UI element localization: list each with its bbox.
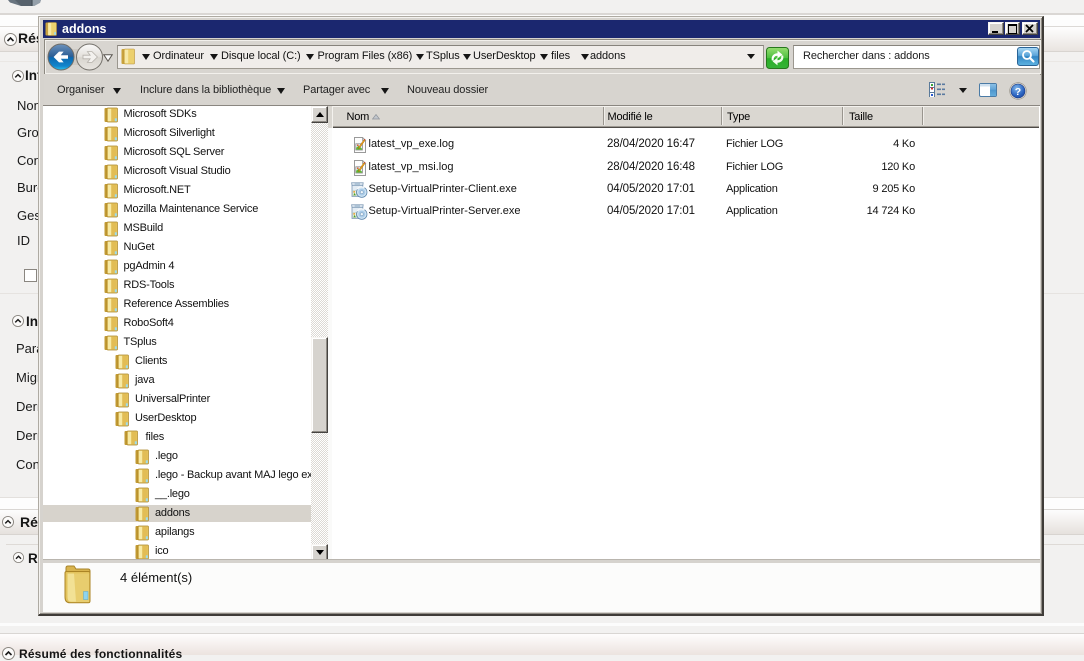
svg-text:?: ?: [1014, 86, 1020, 98]
